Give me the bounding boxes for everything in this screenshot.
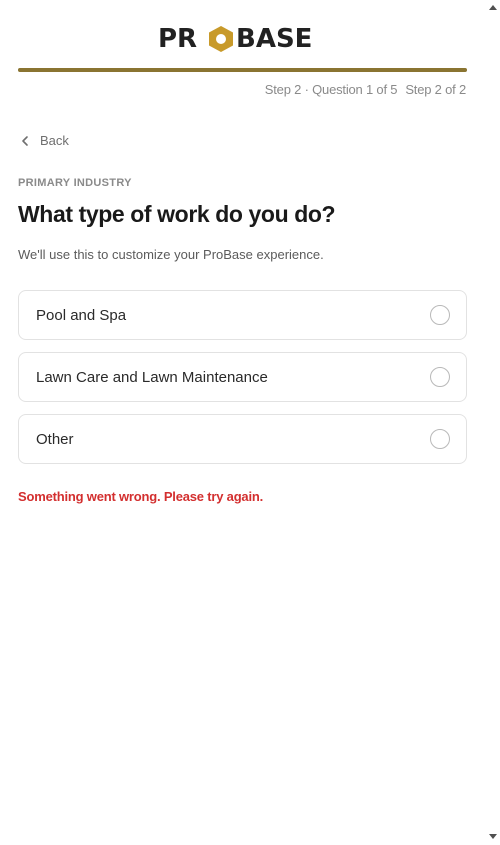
option-label: Lawn Care and Lawn Maintenance [36, 368, 268, 386]
option-lawn-care[interactable]: Lawn Care and Lawn Maintenance [18, 352, 467, 402]
option-list: Pool and Spa Lawn Care and Lawn Maintena… [18, 290, 467, 476]
question-title: What type of work do you do? [18, 201, 336, 227]
probase-logo: PR BASE [0, 24, 486, 52]
scrollbar[interactable] [485, 0, 500, 845]
svg-text:PR: PR [158, 24, 197, 52]
svg-text:BASE: BASE [236, 24, 312, 52]
logo-image: PR BASE [158, 24, 312, 52]
step-indicator: Step 2 · Question 1 of 5 Step 2 of 2 [265, 82, 466, 97]
step-of-text: Step 2 of 2 [405, 82, 466, 97]
option-pool-and-spa[interactable]: Pool and Spa [18, 290, 467, 340]
option-other[interactable]: Other [18, 414, 467, 464]
chevron-left-icon [22, 135, 28, 146]
radio-button[interactable] [430, 429, 450, 449]
back-label: Back [40, 133, 69, 148]
error-message: Something went wrong. Please try again. [18, 489, 264, 504]
scroll-up-arrow-icon[interactable] [489, 5, 497, 10]
progress-bar [18, 68, 467, 72]
progress-bar-fill [18, 68, 467, 72]
section-eyebrow: PRIMARY INDUSTRY [18, 177, 132, 189]
radio-button[interactable] [430, 367, 450, 387]
back-button[interactable]: Back [18, 133, 69, 148]
hexagon-o-icon [209, 26, 233, 52]
option-label: Pool and Spa [36, 306, 127, 324]
option-label: Other [36, 430, 74, 448]
scroll-down-arrow-icon[interactable] [489, 834, 497, 839]
step-question-text: Step 2 · Question 1 of 5 [264, 82, 398, 97]
question-subtitle: We'll use this to customize your ProBase… [18, 247, 324, 262]
radio-button[interactable] [430, 305, 450, 325]
